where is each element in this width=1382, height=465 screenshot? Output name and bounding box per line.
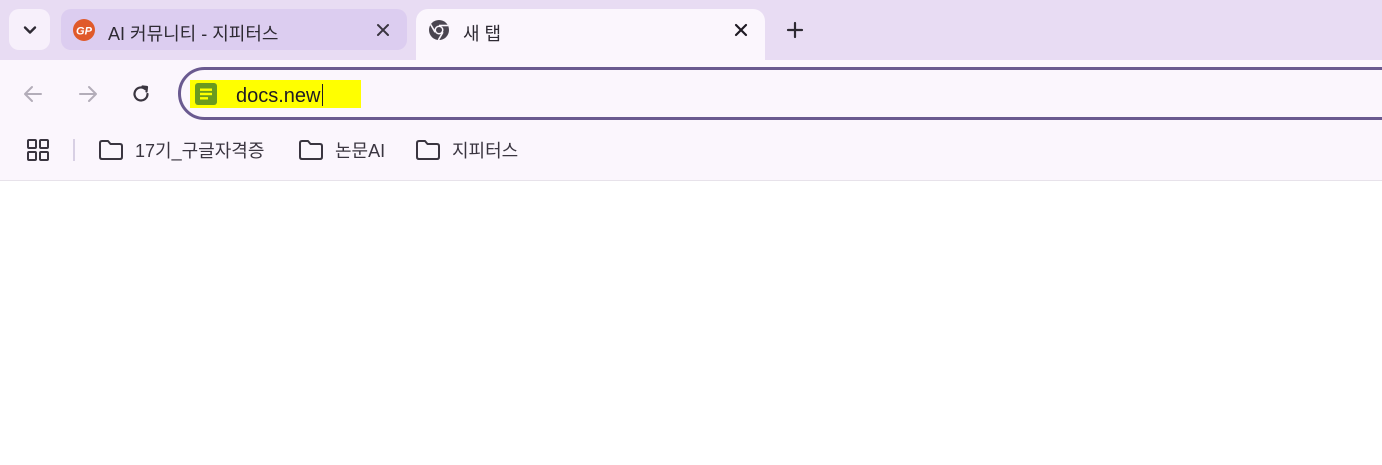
back-button[interactable] (19, 80, 47, 108)
plus-icon (786, 21, 804, 39)
apps-grid-icon[interactable] (26, 138, 52, 164)
bookmarks-bar: 17기_구글자격증 논문AI 지피터스 (0, 128, 1382, 181)
folder-icon (299, 140, 323, 160)
tab-search-button[interactable] (9, 9, 50, 50)
bookmark-label: 17기_구글자격증 (135, 141, 265, 161)
bookmark-folder-gpters[interactable]: 지피터스 (415, 136, 518, 164)
tab-title: 새 탭 (463, 24, 502, 44)
gpters-logo-icon: GP (73, 19, 95, 41)
folder-icon (99, 140, 123, 160)
tab-new-tab[interactable]: 새 탭 (416, 9, 765, 60)
reload-button[interactable] (127, 80, 155, 108)
bookmark-folder-17th[interactable]: 17기_구글자격증 (98, 136, 264, 164)
new-tab-button[interactable] (779, 14, 811, 46)
address-bar-input[interactable]: docs.new (236, 84, 323, 108)
tab-ai-community[interactable]: GP AI 커뮤니티 - 지피터스 (61, 9, 407, 50)
bookmark-label: 지피터스 (452, 141, 519, 161)
bookmark-label: 논문AI (335, 141, 386, 161)
text-caret (321, 84, 323, 106)
arrow-right-icon (79, 86, 97, 102)
toolbar: docs.new (0, 60, 1382, 128)
google-docs-icon (195, 83, 217, 105)
close-icon[interactable] (730, 19, 752, 41)
chevron-down-icon (23, 25, 36, 34)
page-content (0, 181, 1382, 465)
address-bar[interactable]: docs.new (178, 67, 1382, 120)
chrome-icon (429, 20, 449, 41)
tab-title: AI 커뮤니티 - 지피터스 (108, 24, 279, 44)
bookmark-folder-paper-ai[interactable]: 논문AI (298, 136, 385, 164)
arrow-left-icon (24, 86, 42, 102)
folder-icon (416, 140, 440, 160)
reload-icon (133, 85, 149, 102)
close-icon[interactable] (372, 19, 394, 41)
bookmarks-divider (73, 139, 75, 161)
tab-strip: GP AI 커뮤니티 - 지피터스 새 탭 (0, 0, 1382, 60)
forward-button[interactable] (74, 80, 102, 108)
svg-text:GP: GP (76, 26, 93, 38)
